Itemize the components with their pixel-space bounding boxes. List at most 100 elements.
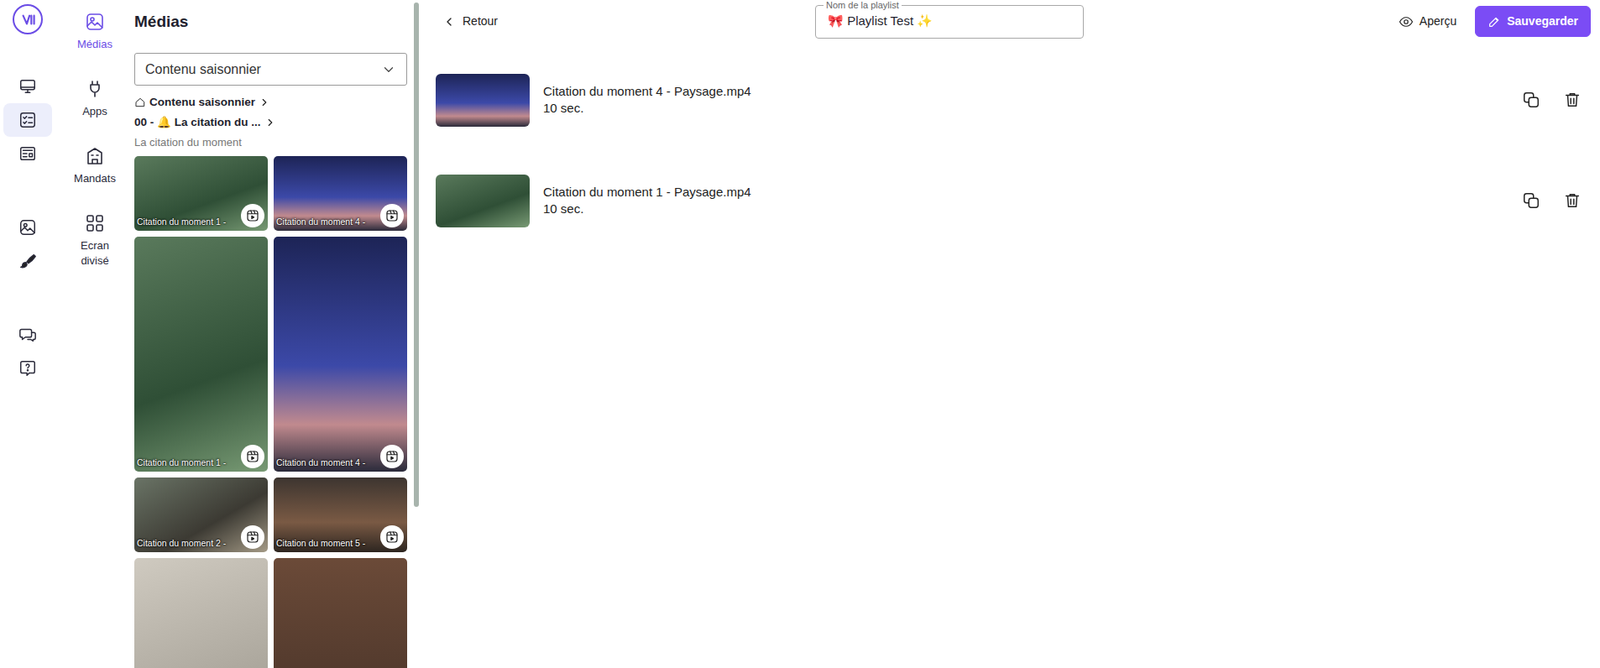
breadcrumb-label[interactable]: 00 - 🔔 La citation du ... — [134, 112, 262, 133]
breadcrumb-label[interactable]: Contenu saisonnier — [149, 92, 256, 113]
media-name: Citation du moment 4 - Paysage.mp4 — [543, 83, 1522, 100]
folder-dropdown[interactable]: Contenu saisonnier — [134, 52, 408, 86]
media-title: Médias — [134, 11, 408, 32]
split-icon — [84, 213, 105, 234]
media-tile-label[interactable]: Citation du moment 1 - — [136, 456, 226, 471]
breadcrumb-trail: Contenu saisonnier00 - 🔔 La citation du … — [134, 92, 408, 153]
brush-icon — [18, 251, 37, 271]
design-button[interactable] — [3, 244, 53, 278]
copy-icon — [1521, 191, 1541, 210]
media-tile[interactable] — [273, 558, 408, 668]
trash-icon — [1563, 191, 1582, 210]
media-grid: Citation du moment 1 - Citation du moment… — [134, 156, 408, 668]
video-icon — [245, 208, 261, 224]
source-tab-label[interactable]: Ecran divisé — [67, 238, 123, 269]
source-tab[interactable]: Mandats — [67, 146, 123, 187]
breadcrumb-item[interactable]: Contenu saisonnier — [134, 92, 408, 113]
video-badge — [240, 444, 265, 469]
playlists-button[interactable] — [3, 103, 53, 137]
plug-icon — [84, 78, 105, 100]
media-panel: MédiasContenu saisonnierContenu saisonni… — [134, 0, 424, 668]
breadcrumb-item[interactable]: 00 - 🔔 La citation du ... — [134, 112, 408, 133]
checklist-icon — [18, 110, 37, 130]
folder-subtitle: La citation du moment — [134, 132, 408, 153]
header-actions: Aperçu Sauvegarder — [1083, 5, 1591, 37]
home-icon — [134, 96, 147, 109]
folder-value[interactable]: Contenu saisonnier — [145, 59, 262, 80]
media-duration[interactable]: 10 sec. — [543, 99, 1522, 117]
video-icon — [384, 208, 400, 224]
media-name: Citation du moment 1 - Paysage.mp4 — [543, 183, 1522, 201]
chevron-down-icon — [381, 62, 397, 78]
row-actions — [1521, 89, 1590, 110]
save-button[interactable]: Sauvegarder — [1474, 5, 1591, 37]
source-tab[interactable]: Médias — [67, 11, 123, 53]
playlist-row-text: Citation du moment 4 - Paysage.mp410 sec… — [543, 83, 1522, 117]
building-icon — [84, 146, 105, 167]
delete-button[interactable] — [1562, 190, 1583, 211]
app-logo[interactable] — [12, 4, 43, 35]
source-tab-label[interactable]: Mandats — [67, 171, 123, 187]
screens-button[interactable] — [3, 69, 53, 104]
table-icon — [18, 144, 37, 163]
delete-button[interactable] — [1562, 89, 1583, 110]
chevron-left-icon — [442, 15, 456, 29]
playlist-name-value[interactable]: 🎀 Playlist Test ✨ — [827, 11, 933, 32]
save-label[interactable]: Sauvegarder — [1506, 12, 1579, 31]
chevron-right-icon — [264, 116, 277, 129]
video-icon — [384, 449, 400, 465]
copy-icon — [1521, 90, 1541, 110]
video-badge — [380, 444, 404, 469]
image-icon — [84, 11, 105, 32]
playlist-items: Citation du moment 4 - Paysage.mp410 sec… — [423, 42, 1600, 251]
preview-button[interactable]: Aperçu — [1398, 12, 1457, 31]
media-tile-label[interactable]: Citation du moment 2 - — [136, 537, 226, 551]
back-label[interactable]: Retour — [462, 12, 498, 31]
help-button[interactable] — [3, 351, 53, 386]
schedules-button[interactable] — [3, 136, 53, 171]
media-tile-label[interactable]: Citation du moment 4 - — [276, 215, 366, 230]
trash-icon — [1563, 90, 1582, 110]
image-icon — [18, 218, 37, 237]
back-button[interactable]: Retour — [442, 12, 498, 31]
media-tile[interactable] — [134, 558, 268, 668]
duplicate-button[interactable] — [1521, 89, 1542, 110]
media-tile[interactable]: Citation du moment 2 - — [134, 477, 268, 553]
video-badge — [240, 525, 265, 550]
source-nav: Médias Apps Mandats Ecran divisé — [55, 0, 135, 668]
playlist-row[interactable]: Citation du moment 4 - Paysage.mp410 sec… — [435, 49, 1590, 151]
media-tile[interactable]: Citation du moment 1 - — [134, 236, 268, 472]
chat-button[interactable] — [3, 318, 53, 352]
media-tile-label[interactable]: Citation du moment 5 - — [276, 537, 366, 551]
video-icon — [245, 529, 261, 545]
media-tile[interactable]: Citation du moment 5 - — [273, 477, 408, 553]
media-tile[interactable]: Citation du moment 1 - — [134, 156, 268, 231]
scrollbar-thumb[interactable] — [413, 2, 419, 508]
video-badge — [240, 203, 265, 228]
video-badge — [380, 525, 404, 550]
chat-icon — [18, 325, 37, 345]
scrollbar-track[interactable] — [413, 2, 419, 658]
logo-icon — [16, 8, 39, 31]
source-tab-label[interactable]: Apps — [67, 104, 123, 120]
playlist-name-field[interactable]: Nom de la playlist🎀 Playlist Test ✨ — [815, 5, 1084, 39]
editor-header: Retour Nom de la playlist🎀 Playlist Test … — [423, 0, 1600, 43]
media-duration[interactable]: 10 sec. — [543, 200, 1522, 218]
row-actions — [1521, 190, 1590, 211]
video-icon — [245, 449, 261, 465]
preview-label[interactable]: Aperçu — [1419, 12, 1457, 31]
video-thumbnail — [435, 174, 530, 228]
media-tile-label[interactable]: Citation du moment 4 - — [276, 456, 366, 471]
pencil-icon — [1487, 15, 1501, 29]
playlist-row[interactable]: Citation du moment 1 - Paysage.mp410 sec… — [435, 150, 1590, 251]
duplicate-button[interactable] — [1521, 190, 1542, 211]
app-rail — [0, 0, 56, 668]
media-library-button[interactable] — [3, 210, 53, 245]
media-tile-label[interactable]: Citation du moment 1 - — [136, 215, 226, 230]
source-tab[interactable]: Ecran divisé — [67, 213, 123, 269]
video-badge — [380, 203, 404, 228]
source-tab-label[interactable]: Médias — [67, 36, 123, 53]
source-tab[interactable]: Apps — [67, 78, 123, 120]
media-tile[interactable]: Citation du moment 4 - — [273, 156, 408, 231]
media-tile[interactable]: Citation du moment 4 - — [273, 236, 408, 472]
